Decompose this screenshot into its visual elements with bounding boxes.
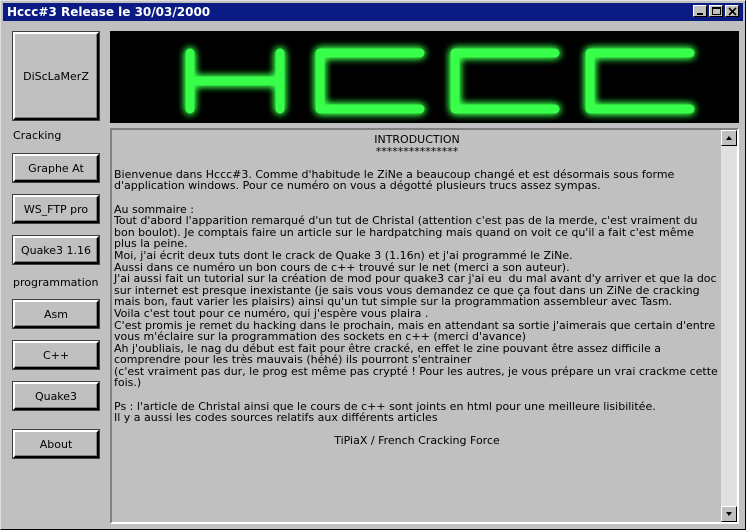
- hccc-logo: [185, 48, 695, 114]
- cpp-button[interactable]: C++: [12, 340, 100, 370]
- summary-body: Tout d'abord l'apparition remarqué d'un …: [114, 214, 718, 390]
- about-button[interactable]: About: [12, 429, 100, 459]
- quake3-button[interactable]: Quake3: [12, 381, 100, 411]
- heading-underline: ***************: [375, 144, 459, 158]
- maximize-button[interactable]: [709, 5, 723, 17]
- intro-paragraph: Bienvenue dans Hccc#3. Comme d'habitude …: [114, 167, 678, 193]
- close-icon: [728, 7, 737, 16]
- scroll-down-button[interactable]: [721, 506, 737, 522]
- minimize-icon: [697, 13, 703, 15]
- hccc-banner: [110, 31, 739, 123]
- close-button[interactable]: [725, 5, 739, 17]
- scroll-up-button[interactable]: [721, 130, 737, 146]
- application-window: Hccc#3 Release le 30/03/2000 DiScLaMerZ …: [0, 0, 746, 530]
- article-text-area[interactable]: INTRODUCTION *************** Bienvenue da…: [110, 128, 739, 524]
- maximize-icon: [712, 7, 721, 15]
- quake3-116-button[interactable]: Quake3 1.16: [12, 235, 100, 265]
- title-bar[interactable]: Hccc#3 Release le 30/03/2000: [3, 3, 743, 21]
- article-heading: INTRODUCTION: [374, 133, 460, 146]
- arrow-down-icon: [726, 512, 732, 516]
- ps-paragraph: Ps : l'article de Christal ainsi que le …: [114, 399, 656, 425]
- asm-button[interactable]: Asm: [12, 299, 100, 329]
- programmation-section-label: programmation: [13, 276, 99, 289]
- ws-ftp-pro-button[interactable]: WS_FTP pro: [12, 194, 100, 224]
- article-text: INTRODUCTION *************** Bienvenue da…: [114, 134, 720, 447]
- disclaimer-button[interactable]: DiScLaMerZ: [12, 31, 100, 121]
- window-title: Hccc#3 Release le 30/03/2000: [7, 5, 211, 19]
- signature: TiPiaX / French Cracking Force: [334, 434, 500, 448]
- graphe-at-button[interactable]: Graphe At: [12, 153, 100, 183]
- vertical-scrollbar[interactable]: [721, 130, 737, 522]
- cracking-section-label: Cracking: [13, 129, 62, 142]
- arrow-up-icon: [726, 136, 732, 140]
- minimize-button[interactable]: [693, 5, 707, 17]
